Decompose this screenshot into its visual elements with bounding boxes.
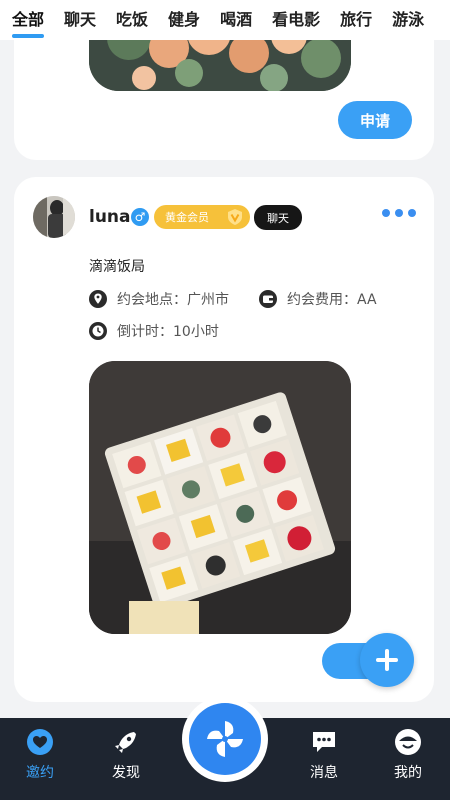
center-button-face bbox=[189, 703, 261, 775]
invitation-card: luna ♂ 黄金会员 聊天 滴滴饭局 约会地点：广州市 约会费用：AA 倒计时… bbox=[14, 177, 434, 702]
active-tab-indicator bbox=[12, 34, 45, 38]
nav-discover[interactable]: 发现 bbox=[96, 728, 156, 782]
wallet-icon bbox=[259, 290, 277, 308]
username[interactable]: luna bbox=[89, 207, 131, 227]
tab-label: 吃饭 bbox=[116, 10, 149, 29]
heart-icon bbox=[27, 729, 53, 755]
tab-label: 游泳 bbox=[392, 10, 425, 29]
male-icon: ♂ bbox=[131, 208, 149, 226]
center-action-button[interactable] bbox=[182, 696, 268, 782]
fee-row: 约会费用：AA bbox=[259, 289, 377, 309]
more-options-button[interactable] bbox=[382, 205, 416, 221]
tab-label: 看电影 bbox=[272, 10, 321, 29]
tab-chat[interactable]: 聊天 bbox=[64, 10, 96, 30]
vip-label: 黄金会员 bbox=[165, 211, 209, 224]
location-pin-icon bbox=[89, 290, 107, 308]
location-row: 约会地点：广州市 bbox=[89, 289, 229, 309]
invitation-title: 滴滴饭局 bbox=[89, 259, 145, 275]
profile-icon bbox=[395, 729, 421, 755]
tab-all[interactable]: 全部 bbox=[12, 10, 45, 38]
tab-label: 喝酒 bbox=[220, 10, 253, 29]
tab-travel[interactable]: 旅行 bbox=[340, 10, 372, 30]
plus-icon bbox=[376, 649, 398, 671]
clock-icon bbox=[89, 322, 107, 340]
nav-label: 消息 bbox=[310, 765, 338, 781]
nav-label: 发现 bbox=[112, 765, 140, 781]
countdown-row: 倒计时：10小时 bbox=[89, 321, 219, 341]
add-invitation-button[interactable] bbox=[360, 633, 414, 687]
tab-label: 健身 bbox=[168, 10, 201, 29]
fee-text: 约会费用：AA bbox=[287, 292, 377, 308]
tab-label: 聊天 bbox=[64, 10, 97, 29]
nav-mine[interactable]: 我的 bbox=[378, 728, 438, 782]
tab-dining[interactable]: 吃饭 bbox=[116, 10, 148, 30]
more-dot bbox=[395, 209, 403, 217]
message-icon bbox=[313, 732, 335, 752]
tab-swimming[interactable]: 游泳 bbox=[392, 10, 424, 30]
nav-label: 我的 bbox=[394, 765, 422, 781]
countdown-text: 倒计时：10小时 bbox=[117, 324, 219, 340]
tab-label: 全部 bbox=[12, 10, 45, 29]
tab-movies[interactable]: 看电影 bbox=[272, 10, 320, 30]
avatar[interactable] bbox=[33, 196, 75, 238]
tab-drinking[interactable]: 喝酒 bbox=[220, 10, 252, 30]
gold-member-badge: 黄金会员 bbox=[154, 205, 250, 229]
rocket-icon bbox=[115, 732, 136, 753]
tab-label: 旅行 bbox=[340, 10, 373, 29]
dessert-photo[interactable] bbox=[89, 361, 351, 634]
nav-invite[interactable]: 邀约 bbox=[10, 728, 70, 782]
vip-shield-icon bbox=[228, 209, 242, 225]
location-text: 约会地点：广州市 bbox=[117, 292, 229, 308]
nav-messages[interactable]: 消息 bbox=[294, 728, 354, 782]
pinwheel-icon bbox=[207, 721, 243, 757]
more-dot bbox=[408, 209, 416, 217]
category-tabs: 全部 聊天 吃饭 健身 喝酒 看电影 旅行 游泳 bbox=[0, 0, 450, 40]
more-dot bbox=[382, 209, 390, 217]
apply-button[interactable]: 申请 bbox=[338, 101, 412, 139]
nav-label: 邀约 bbox=[26, 765, 54, 781]
tab-fitness[interactable]: 健身 bbox=[168, 10, 200, 30]
chat-button[interactable]: 聊天 bbox=[254, 205, 302, 230]
